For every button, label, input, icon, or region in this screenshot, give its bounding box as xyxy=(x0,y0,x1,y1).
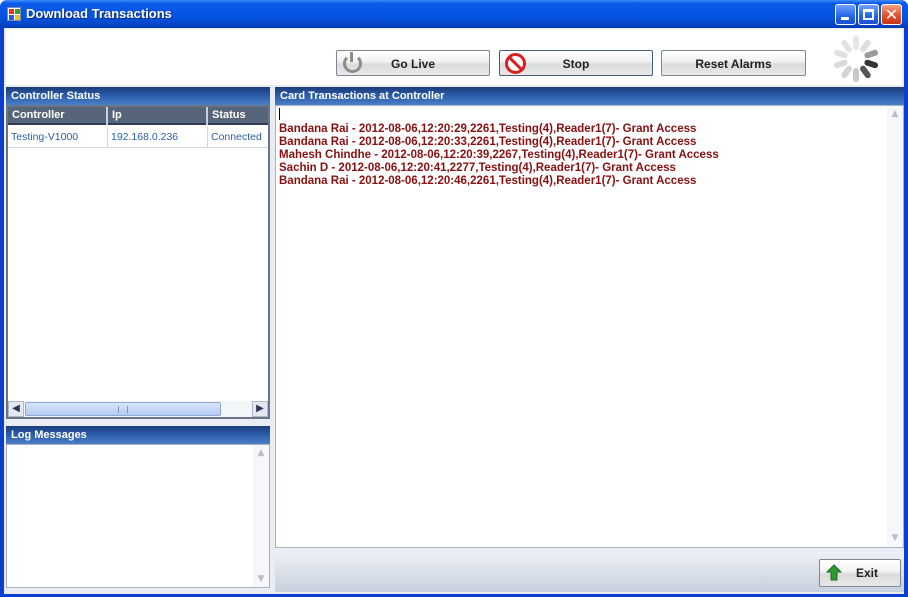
log-vertical-scrollbar[interactable]: ▲ ▼ xyxy=(253,445,269,587)
column-header-ip[interactable]: Ip xyxy=(108,107,208,125)
bottom-bar xyxy=(275,552,904,592)
scroll-down-button[interactable]: ▼ xyxy=(887,530,903,546)
scroll-right-button[interactable]: ▶ xyxy=(252,401,268,417)
reset-alarms-button[interactable]: Reset Alarms xyxy=(661,50,806,76)
cell-ip: 192.168.0.236 xyxy=(108,127,208,148)
grid-header-row: Controller Ip Status xyxy=(8,107,268,125)
text-caret xyxy=(279,108,280,120)
minimize-icon xyxy=(841,17,849,20)
close-icon: ✕ xyxy=(884,5,899,24)
column-header-status[interactable]: Status xyxy=(208,107,268,125)
scroll-up-button[interactable]: ▲ xyxy=(887,106,903,122)
title-bar[interactable]: Download Transactions ✕ xyxy=(0,0,908,28)
client-area: Go Live Stop Reset Alarms Controller Sta… xyxy=(4,28,904,594)
maximize-icon xyxy=(863,9,874,20)
scroll-up-button[interactable]: ▲ xyxy=(253,445,269,461)
reset-alarms-label: Reset Alarms xyxy=(695,57,772,71)
transaction-line: Bandana Rai - 2012-08-06,12:20:33,2261,T… xyxy=(279,136,697,148)
scrollbar-thumb[interactable] xyxy=(25,402,221,416)
toolbar: Go Live Stop Reset Alarms xyxy=(6,29,902,85)
app-icon xyxy=(7,7,21,21)
transaction-lines: Bandana Rai - 2012-08-06,12:20:29,2261,T… xyxy=(279,123,719,188)
cell-controller: Testing-V1000 xyxy=(8,127,108,148)
go-live-label: Go Live xyxy=(390,57,435,71)
transaction-line: Bandana Rai - 2012-08-06,12:20:29,2261,T… xyxy=(279,123,697,135)
log-messages-header: Log Messages xyxy=(6,426,270,444)
scroll-left-button[interactable]: ◀ xyxy=(8,401,24,417)
stop-label: Stop xyxy=(562,57,590,71)
loading-spinner-icon xyxy=(831,34,881,84)
scroll-down-button[interactable]: ▼ xyxy=(253,571,269,587)
transaction-line: Mahesh Chindhe - 2012-08-06,12:20:39,226… xyxy=(279,149,719,161)
transactions-vertical-scrollbar[interactable]: ▲ ▼ xyxy=(887,106,903,547)
close-button[interactable]: ✕ xyxy=(881,4,902,25)
app-window: Download Transactions ✕ Go Live Stop Res… xyxy=(0,0,908,597)
controller-status-grid[interactable]: Controller Ip Status Testing-V1000 192.1… xyxy=(6,105,270,419)
exit-button[interactable]: Exit xyxy=(819,559,901,587)
cell-status: Connected xyxy=(211,131,262,143)
exit-label: Exit xyxy=(855,566,878,580)
transaction-line: Sachin D - 2012-08-06,12:20:41,2277,Test… xyxy=(279,162,676,174)
transaction-line: Bandana Rai - 2012-08-06,12:20:46,2261,T… xyxy=(279,175,697,187)
card-transactions-header: Card Transactions at Controller xyxy=(275,87,904,105)
card-transactions-textbox[interactable]: Bandana Rai - 2012-08-06,12:20:29,2261,T… xyxy=(275,105,904,548)
table-row[interactable]: Testing-V1000 192.168.0.236 Connected xyxy=(8,127,268,148)
minimize-button[interactable] xyxy=(835,4,856,25)
log-messages-textbox[interactable]: ▲ ▼ xyxy=(6,444,270,588)
column-header-controller[interactable]: Controller xyxy=(8,107,108,125)
controller-status-header: Controller Status xyxy=(6,87,270,105)
horizontal-scrollbar[interactable]: ◀ ▶ xyxy=(8,401,268,417)
go-live-button[interactable]: Go Live xyxy=(336,50,490,76)
stop-button[interactable]: Stop xyxy=(499,50,653,76)
maximize-button[interactable] xyxy=(858,4,879,25)
window-title: Download Transactions xyxy=(26,6,172,21)
